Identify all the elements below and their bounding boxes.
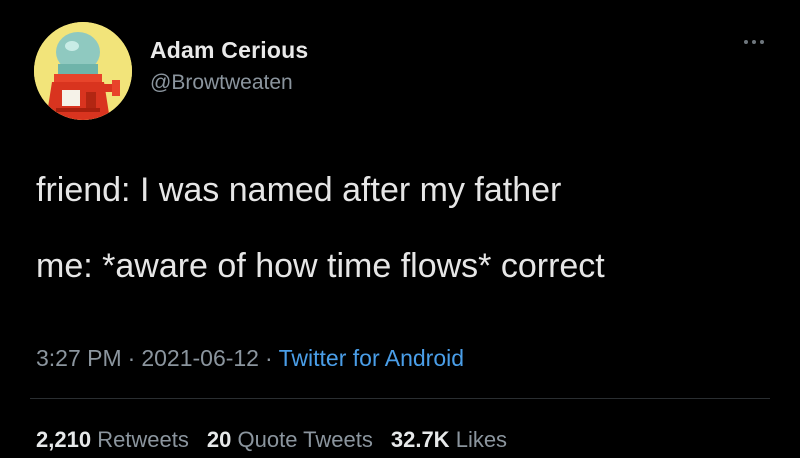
user-handle[interactable]: @Browtweaten: [150, 68, 308, 98]
tweet-stats: 2,210 Retweets 20 Quote Tweets 32.7K Likes: [36, 425, 525, 455]
more-dots-icon[interactable]: [742, 34, 766, 50]
divider: [30, 398, 770, 399]
tweet-source-link[interactable]: Twitter for Android: [279, 345, 464, 371]
retweets-label: Retweets: [97, 427, 189, 452]
tweet-text-line-1: friend: I was named after my father: [36, 171, 562, 209]
quote-tweets-label: Quote Tweets: [237, 427, 373, 452]
tweet-card: Adam Cerious @Browtweaten friend: I was …: [0, 0, 800, 458]
tweet-text-line-2: me: *aware of how time flows* correct: [36, 247, 605, 285]
display-name[interactable]: Adam Cerious: [150, 36, 308, 64]
quote-tweets-stat[interactable]: 20 Quote Tweets: [207, 427, 373, 452]
tweet-date[interactable]: 2021-06-12: [141, 345, 259, 371]
meta-separator: ·: [127, 345, 136, 371]
author-info: Adam Cerious @Browtweaten: [150, 36, 308, 98]
likes-count: 32.7K: [390, 427, 450, 452]
quote-tweets-count: 20: [206, 427, 232, 452]
retweets-stat[interactable]: 2,210 Retweets: [36, 427, 189, 452]
likes-label: Likes: [455, 427, 508, 452]
tweet-meta: 3:27 PM · 2021-06-12 · Twitter for Android: [36, 343, 464, 373]
tweet-time[interactable]: 3:27 PM: [36, 345, 122, 371]
retweets-count: 2,210: [36, 427, 92, 452]
avatar[interactable]: [34, 22, 132, 120]
likes-stat[interactable]: 32.7K Likes: [391, 427, 507, 452]
robot-avatar-icon: [34, 22, 132, 120]
meta-separator: ·: [264, 345, 273, 371]
